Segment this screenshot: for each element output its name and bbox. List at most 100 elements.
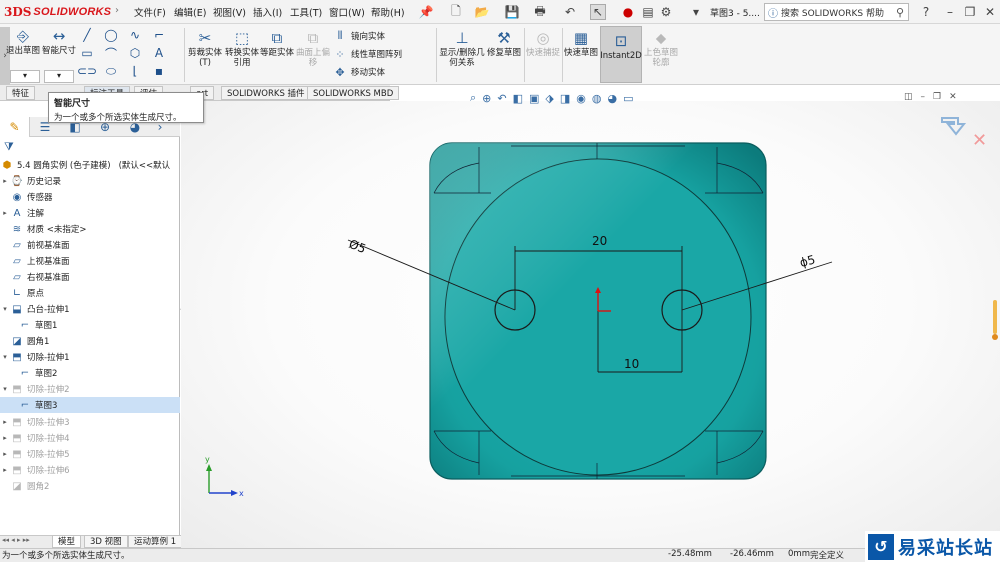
dimension-text-horizontal[interactable]: 20	[592, 234, 607, 248]
tree-item[interactable]: ▱ 右视基准面	[0, 269, 180, 285]
search-icon[interactable]: ⚲	[892, 6, 908, 19]
expand-arrow-icon[interactable]: ▸	[0, 450, 10, 458]
help-search-box[interactable]: ⓘ 搜索 SOLIDWORKS 帮助 ⚲	[764, 3, 909, 21]
options-gear-icon[interactable]: ⚙	[658, 4, 674, 20]
dimension-text-offset[interactable]: 10	[624, 357, 639, 371]
tree-item[interactable]: ⌐ 草图1	[0, 317, 180, 333]
tab-3d-view[interactable]: 3D 视图	[84, 535, 128, 548]
restore-icon[interactable]: ❐	[962, 4, 978, 20]
offset-entities-button[interactable]: ⧉ 等距实体	[258, 29, 296, 59]
tree-item[interactable]: ▾ ⬓ 凸台-拉伸1	[0, 301, 180, 317]
repair-sketch-button[interactable]: ⚒ 修复草图	[486, 29, 522, 59]
expand-arrow-icon[interactable]: ▸	[0, 434, 10, 442]
linear-pattern-button[interactable]: ⁘ 线性草图阵列	[333, 47, 402, 61]
sketch-fillet-icon[interactable]: ⌐	[152, 28, 166, 42]
menu-tools[interactable]: 工具(T)	[290, 5, 322, 19]
expand-arrow-icon[interactable]: ▸	[0, 418, 10, 426]
tree-item[interactable]: ⌐ 草图2	[0, 365, 180, 381]
menu-view[interactable]: 视图(V)	[213, 5, 246, 19]
dimension-text-dia-left[interactable]: Ø5	[347, 237, 368, 256]
tree-item[interactable]: ▱ 上视基准面	[0, 253, 180, 269]
arc-icon[interactable]: ⌒	[104, 46, 118, 61]
close-icon[interactable]: ✕	[982, 4, 998, 20]
tab-solidworks-addins[interactable]: SOLIDWORKS 插件	[221, 86, 311, 100]
repair-label: 修复草图	[486, 48, 521, 58]
minimize-icon[interactable]: –	[942, 4, 958, 20]
tree-item[interactable]: ▸ ⌚ 历史记录	[0, 173, 180, 189]
solidworks-logo[interactable]: 3DS SOLIDWORKS	[4, 3, 111, 21]
expand-arrow-icon[interactable]: ▸	[0, 177, 10, 185]
move-entities-button[interactable]: ✥ 移动实体	[333, 65, 402, 79]
polygon-icon[interactable]: ⬡	[128, 46, 142, 60]
line-icon[interactable]: ╱	[80, 28, 94, 42]
save-icon[interactable]: 💾	[504, 4, 520, 20]
menu-pin-arrow-icon[interactable]: ›	[115, 5, 125, 19]
options-menu-icon[interactable]: ▾	[688, 4, 704, 20]
shaded-contours-button[interactable]: ⬥ 上色草图轮廓	[642, 29, 680, 69]
menu-file[interactable]: 文件(F)	[134, 5, 166, 19]
tree-item[interactable]: ◪ 圆角1	[0, 333, 180, 349]
new-doc-icon[interactable]: 🗋	[448, 4, 464, 20]
pin-icon[interactable]: 📌	[418, 4, 434, 20]
tab-features[interactable]: 特征	[6, 86, 36, 100]
print-icon[interactable]: 🖶	[532, 4, 548, 20]
featuremanager-tab-icon[interactable]: ✎	[0, 117, 30, 137]
fillet-icon: ◪	[12, 335, 22, 347]
expand-arrow-icon[interactable]: ▸	[0, 209, 10, 217]
rebuild-icon[interactable]: ●	[620, 4, 636, 20]
text-icon[interactable]: A	[152, 46, 166, 60]
select-arrow-icon[interactable]: ↖	[590, 4, 606, 20]
ellipse-icon[interactable]: ⬭	[104, 64, 118, 78]
menu-insert[interactable]: 插入(I)	[253, 5, 282, 19]
undo-icon[interactable]: ↶	[562, 4, 578, 20]
smart-dimension-dropdown[interactable]: ▾	[44, 70, 74, 83]
exit-sketch-dropdown[interactable]: ▾	[10, 70, 40, 83]
collapse-arrow-icon[interactable]: ▾	[0, 305, 10, 313]
chamfer-icon[interactable]: ⌊	[128, 64, 142, 78]
slot-icon[interactable]: ⊂⊃	[77, 64, 97, 78]
circle-icon[interactable]: ◯	[104, 28, 118, 42]
collapse-arrow-icon[interactable]: ▾	[0, 353, 10, 361]
convert-entities-button[interactable]: ⬚ 转换实体引用	[224, 29, 260, 69]
tree-item[interactable]: ▸ ⬒ 切除-拉伸5	[0, 446, 180, 462]
exit-sketch-button[interactable]: ⎆ 退出草图	[6, 27, 40, 57]
smart-dimension-button[interactable]: ↔ 智能尺寸	[40, 27, 78, 57]
trim-entities-button[interactable]: ✂ 剪裁实体(T)	[186, 29, 224, 69]
tree-item-selected[interactable]: ⌐ 草图3	[0, 397, 180, 413]
tree-item[interactable]: ◪ 圆角2	[0, 478, 180, 494]
tree-item[interactable]: ≋ 材质 <未指定>	[0, 221, 180, 237]
tree-item[interactable]: ▾ ⬒ 切除-拉伸2	[0, 381, 180, 397]
collapse-arrow-icon[interactable]: ▾	[0, 385, 10, 393]
tree-item[interactable]: ▱ 前视基准面	[0, 237, 180, 253]
menu-window[interactable]: 窗口(W)	[329, 5, 365, 19]
tree-item[interactable]: ∟ 原点	[0, 285, 180, 301]
display-delete-relations-button[interactable]: ⊥ 显示/删除几何关系	[438, 29, 486, 69]
menu-help[interactable]: 帮助(H)	[371, 5, 405, 19]
open-icon[interactable]: 📂	[474, 4, 490, 20]
dimension-text-dia-right[interactable]: ϕ5	[798, 252, 817, 270]
scroll-tabs-arrows-icon[interactable]: ◂◂ ◂ ▸ ▸▸	[2, 536, 30, 544]
tab-motion-study[interactable]: 运动算例 1	[128, 535, 183, 548]
instant2d-button[interactable]: ⊡ Instant2D	[600, 26, 642, 83]
tree-item[interactable]: ▸ ⬒ 切除-拉伸6	[0, 462, 180, 478]
tab-model[interactable]: 模型	[52, 535, 82, 548]
tree-item[interactable]: ▾ ⬒ 切除-拉伸1	[0, 349, 180, 365]
rectangle-icon[interactable]: ▭	[80, 46, 94, 60]
tree-item[interactable]: ▸ ⬒ 切除-拉伸3	[0, 414, 180, 430]
tree-item[interactable]: ▸ A 注解	[0, 205, 180, 221]
tree-root[interactable]: ⬢ 5.4 圆角实例 (色子建模) (默认<<默认	[0, 157, 180, 173]
point-icon[interactable]: ▪	[152, 64, 166, 78]
filter-icon[interactable]: ⧩	[4, 140, 14, 154]
rapid-sketch-button[interactable]: ▦ 快速草图	[564, 29, 598, 59]
menu-edit[interactable]: 编辑(E)	[174, 5, 206, 19]
surface-offset-button[interactable]: ⧉ 曲面上偏移	[295, 29, 331, 69]
quick-snaps-button[interactable]: ◎ 快速捕捉	[526, 29, 560, 59]
tab-solidworks-mbd[interactable]: SOLIDWORKS MBD	[307, 86, 400, 100]
file-properties-icon[interactable]: ▤	[640, 4, 656, 20]
tree-item[interactable]: ◉ 传感器	[0, 189, 180, 205]
spline-icon[interactable]: ∿	[128, 28, 142, 42]
tree-item[interactable]: ▸ ⬒ 切除-拉伸4	[0, 430, 180, 446]
expand-arrow-icon[interactable]: ▸	[0, 466, 10, 474]
mirror-button[interactable]: ⫴ 镜向实体	[333, 29, 402, 43]
help-question-icon[interactable]: ?	[918, 4, 934, 20]
